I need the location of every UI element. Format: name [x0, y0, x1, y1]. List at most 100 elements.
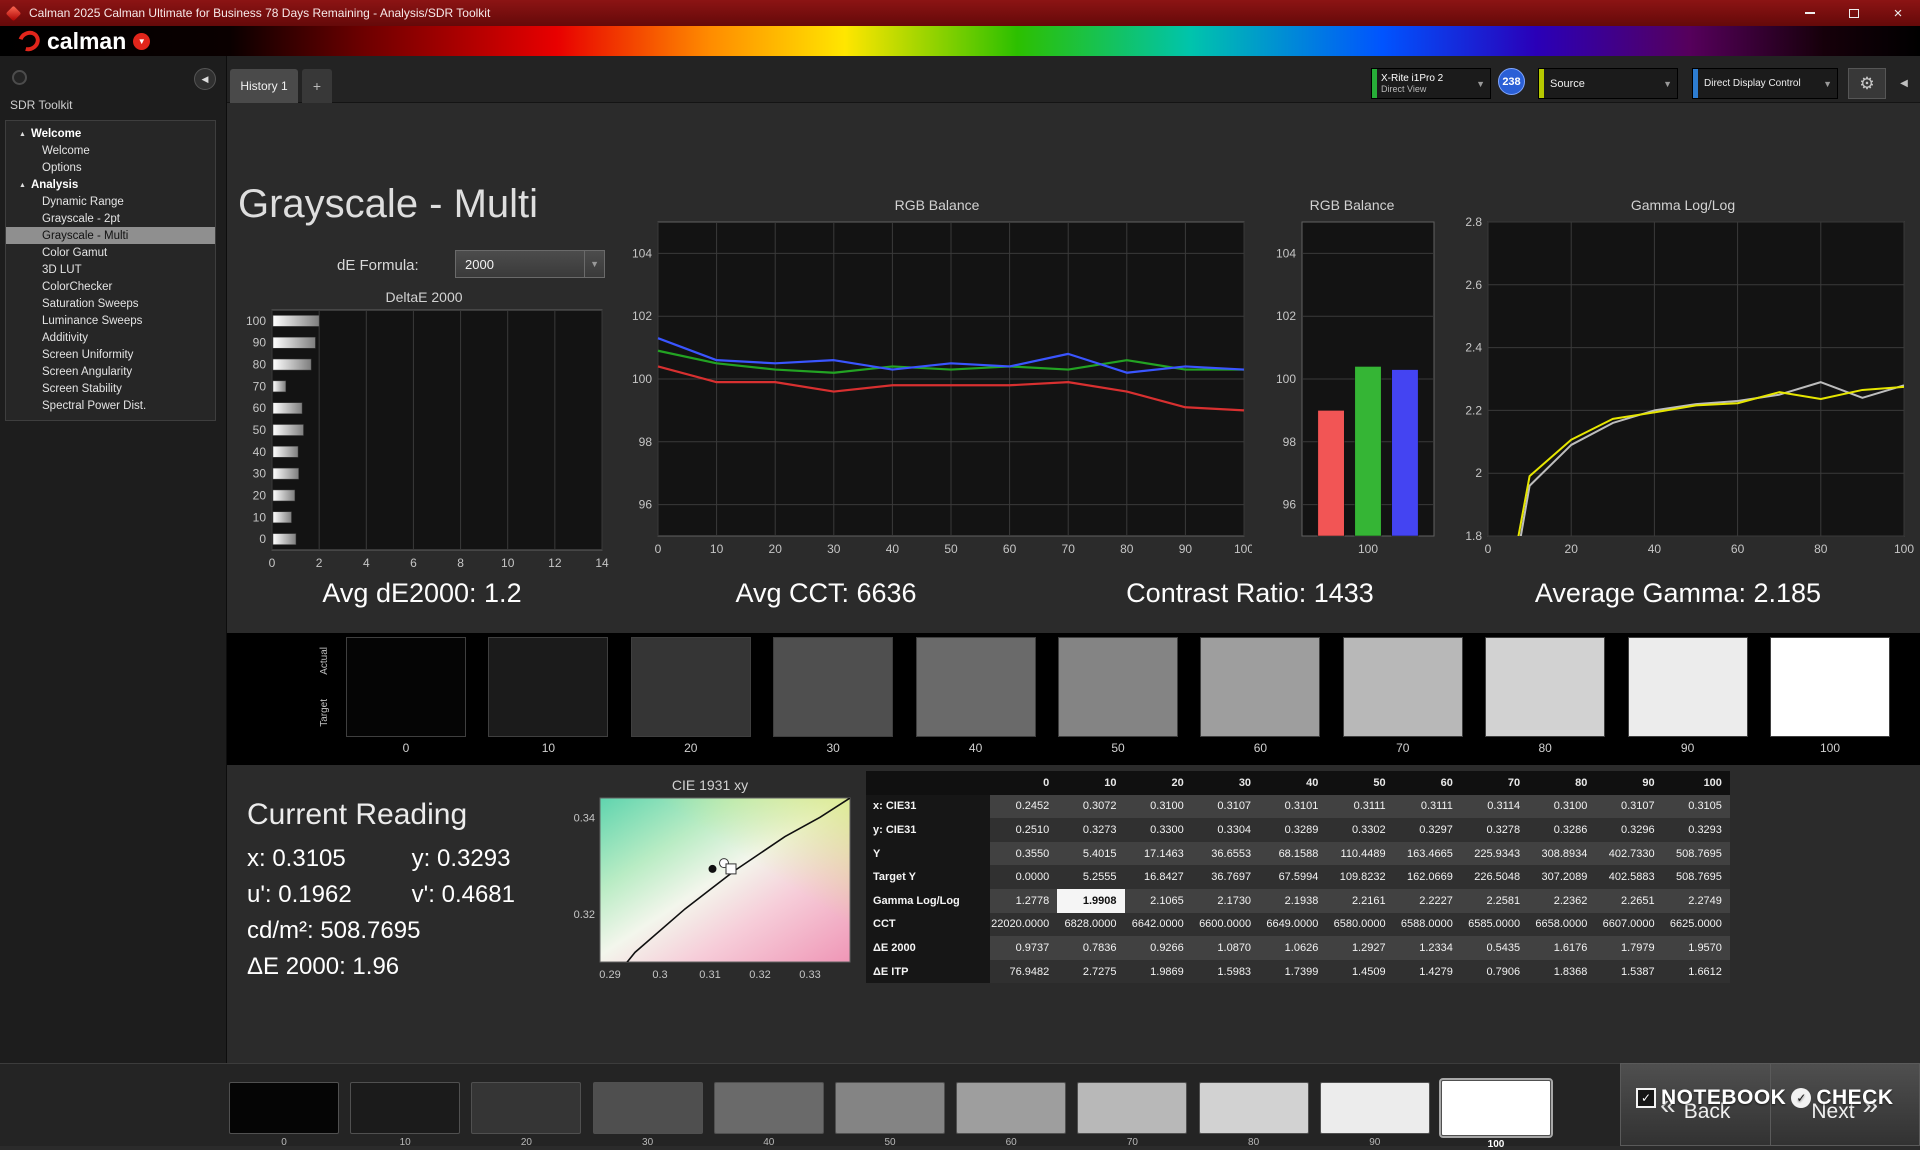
- swatch-label: 20: [631, 741, 751, 755]
- settings-button[interactable]: ⚙: [1848, 68, 1886, 99]
- svg-text:2.4: 2.4: [1465, 341, 1482, 355]
- swatch-color: [1485, 637, 1605, 737]
- svg-text:80: 80: [253, 358, 267, 372]
- patch-label: 60: [956, 1137, 1066, 1148]
- patch-color: [835, 1082, 945, 1134]
- display-control-selector[interactable]: Direct Display Control ▼: [1692, 68, 1838, 99]
- table-row: Gamma Log/Log1.27781.99082.10652.17302.1…: [866, 889, 1730, 913]
- meter-count-badge: 238: [1498, 68, 1525, 95]
- watermark-text-1: NOTEBOOK: [1661, 1086, 1786, 1110]
- add-tab-button[interactable]: +: [302, 69, 332, 103]
- table-column-header: 60: [1394, 771, 1461, 795]
- grayscale-swatch-30: 30: [773, 637, 893, 755]
- sidebar-item-color-gamut[interactable]: Color Gamut: [6, 244, 215, 261]
- pattern-level-20-button[interactable]: 20: [471, 1082, 581, 1148]
- table-cell: 0.3304: [1192, 818, 1259, 842]
- sidebar-item-additivity[interactable]: Additivity: [6, 329, 215, 346]
- grayscale-swatch-0: 0: [346, 637, 466, 755]
- page-title: Grayscale - Multi: [238, 182, 538, 227]
- pattern-level-80-button[interactable]: 80: [1199, 1082, 1309, 1148]
- svg-text:60: 60: [253, 401, 267, 415]
- patch-label: 70: [1077, 1137, 1187, 1148]
- patch-color: [1320, 1082, 1430, 1134]
- pattern-level-70-button[interactable]: 70: [1077, 1082, 1187, 1148]
- calman-logo[interactable]: calman ▼: [18, 28, 150, 54]
- pattern-level-50-button[interactable]: 50: [835, 1082, 945, 1148]
- stat-average-gamma: Average Gamma: 2.185: [1535, 578, 1821, 609]
- measurement-table: 0102030405060708090100x: CIE310.24520.30…: [866, 771, 1730, 983]
- table-cell: 0.3302: [1326, 818, 1393, 842]
- expander-icon: ▲: [19, 131, 26, 138]
- table-column-header: 40: [1259, 771, 1326, 795]
- minimize-button[interactable]: [1788, 0, 1832, 26]
- svg-text:90: 90: [253, 336, 267, 350]
- patch-color: [1441, 1080, 1551, 1136]
- grayscale-swatch-80: 80: [1485, 637, 1605, 755]
- maximize-button[interactable]: [1832, 0, 1876, 26]
- meter-selector[interactable]: X-Rite i1Pro 2 Direct View ▼: [1371, 68, 1491, 99]
- table-cell: 36.7697: [1192, 865, 1259, 889]
- sidebar-collapse-button[interactable]: ◀: [194, 68, 216, 90]
- sidebar-item-grayscale-multi[interactable]: Grayscale - Multi: [6, 227, 215, 244]
- table-row-label: Gamma Log/Log: [866, 889, 990, 913]
- close-button[interactable]: ×: [1876, 0, 1920, 26]
- svg-text:102: 102: [1276, 309, 1296, 323]
- sidebar-section-label: Analysis: [31, 179, 78, 191]
- pattern-level-30-button[interactable]: 30: [593, 1082, 703, 1148]
- svg-text:98: 98: [1283, 435, 1297, 449]
- table-column-header: 50: [1326, 771, 1393, 795]
- maximize-icon: [1849, 9, 1859, 18]
- sidebar-item-dynamic-range[interactable]: Dynamic Range: [6, 193, 215, 210]
- table-cell: 1.0626: [1259, 936, 1326, 960]
- pattern-level-90-button[interactable]: 90: [1320, 1082, 1430, 1148]
- table-cell: 0.7906: [1461, 960, 1528, 984]
- svg-text:100: 100: [632, 372, 652, 386]
- workflow-options-button[interactable]: [12, 70, 27, 85]
- svg-text:0.34: 0.34: [574, 812, 595, 824]
- svg-text:0.33: 0.33: [799, 969, 820, 981]
- collapse-toolbar-button[interactable]: ◀: [1892, 68, 1916, 99]
- rgb-balance-plot: 01020304050607080901009698100102104: [622, 214, 1252, 568]
- sidebar-item-luminance-sweeps[interactable]: Luminance Sweeps: [6, 312, 215, 329]
- swatch-color: [346, 637, 466, 737]
- sidebar-item-grayscale-2pt[interactable]: Grayscale - 2pt: [6, 210, 215, 227]
- pattern-level-0-button[interactable]: 0: [229, 1082, 339, 1148]
- sidebar-item-welcome[interactable]: Welcome: [6, 142, 215, 159]
- sidebar-item-3d-lut[interactable]: 3D LUT: [6, 261, 215, 278]
- table-cell: 1.2778: [990, 889, 1057, 913]
- table-cell: 67.5994: [1259, 865, 1326, 889]
- pattern-level-40-button[interactable]: 40: [714, 1082, 824, 1148]
- pattern-level-10-button[interactable]: 10: [350, 1082, 460, 1148]
- sidebar-section-label: Welcome: [31, 128, 81, 140]
- source-selector[interactable]: Source ▼: [1538, 68, 1678, 99]
- pattern-level-100-button[interactable]: 100: [1441, 1082, 1551, 1150]
- pattern-level-60-button[interactable]: 60: [956, 1082, 1066, 1148]
- sidebar-section-analysis[interactable]: ▲Analysis: [6, 176, 215, 193]
- tab-history-1[interactable]: History 1: [230, 69, 298, 103]
- tab-label: History 1: [240, 79, 287, 93]
- cie-plot: 0.290.30.310.320.330.320.34: [560, 794, 860, 988]
- sidebar-item-saturation-sweeps[interactable]: Saturation Sweeps: [6, 295, 215, 312]
- sidebar-item-colorchecker[interactable]: ColorChecker: [6, 278, 215, 295]
- sidebar-item-spectral-power-dist[interactable]: Spectral Power Dist.: [6, 397, 215, 414]
- swatch-label: 10: [488, 741, 608, 755]
- svg-text:96: 96: [1283, 498, 1297, 512]
- sidebar-item-screen-angularity[interactable]: Screen Angularity: [6, 363, 215, 380]
- table-cell: 0.3072: [1057, 795, 1124, 819]
- svg-text:0.3: 0.3: [652, 969, 667, 981]
- sidebar-item-screen-stability[interactable]: Screen Stability: [6, 380, 215, 397]
- calman-menu-button[interactable]: ▼: [133, 33, 150, 50]
- table-cell: 5.4015: [1057, 842, 1124, 866]
- stat-contrast: Contrast Ratio: 1433: [1126, 578, 1374, 609]
- notebookcheck-watermark: ✓ NOTEBOOK ✓ CHECK: [1636, 1086, 1894, 1110]
- sidebar-item-screen-uniformity[interactable]: Screen Uniformity: [6, 346, 215, 363]
- reading-de2000: ΔE 2000: 1.96: [247, 953, 405, 981]
- svg-text:90: 90: [1179, 542, 1193, 556]
- reading-y: y: 0.3293: [412, 845, 511, 872]
- sidebar-item-options[interactable]: Options: [6, 159, 215, 176]
- swatch-label: 0: [346, 741, 466, 755]
- sidebar-section-welcome[interactable]: ▲ Welcome: [6, 125, 215, 142]
- de-formula-select[interactable]: 2000 ▼: [455, 250, 605, 278]
- chart-title: CIE 1931 xy: [560, 776, 860, 794]
- table-cell: 0.3286: [1528, 818, 1595, 842]
